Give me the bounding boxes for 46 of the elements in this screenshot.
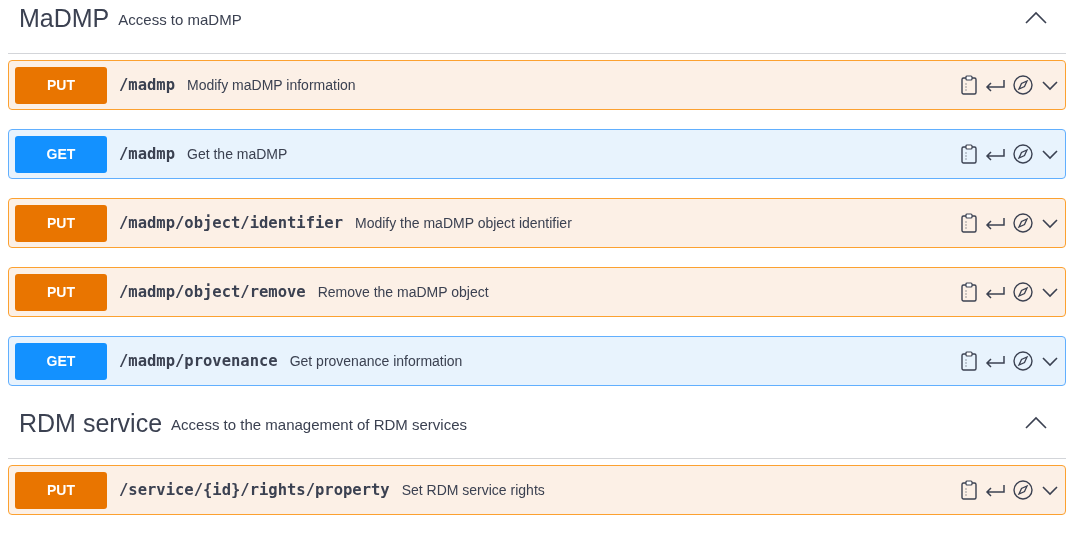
- operation-summary: Get the maDMP: [187, 146, 288, 162]
- endpoint-path: /madmp/provenance: [119, 352, 278, 370]
- compass-icon: [1013, 282, 1033, 302]
- operation-summary: Remove the maDMP object: [317, 284, 489, 300]
- operation-summary: Set RDM service rights: [401, 482, 545, 498]
- clipboard-icon: [961, 75, 977, 95]
- return-arrow-icon: [985, 78, 1005, 92]
- return-arrow-icon: [985, 216, 1005, 230]
- operation-row[interactable]: GET /madmp/provenance Get provenance information: [8, 336, 1066, 386]
- copy-button[interactable]: [961, 144, 977, 164]
- compass-icon: [1013, 480, 1033, 500]
- copy-button[interactable]: [961, 75, 977, 95]
- copy-button[interactable]: [961, 213, 977, 233]
- endpoint-path: /madmp/object/remove: [119, 283, 306, 301]
- operation-row[interactable]: PUT /service/{id}/rights/property Set RDM service rights: [8, 465, 1066, 515]
- compass-icon: [1013, 351, 1033, 371]
- copy-button[interactable]: [961, 282, 977, 302]
- copy-button[interactable]: [961, 480, 977, 500]
- endpoint-path: /service/{id}/rights/property: [119, 481, 390, 499]
- operation-summary: Get provenance information: [289, 353, 463, 369]
- compass-icon: [1013, 144, 1033, 164]
- return-arrow-icon: [985, 285, 1005, 299]
- return-arrow-icon: [985, 354, 1005, 368]
- endpoint-path: /madmp/object/identifier: [119, 214, 343, 232]
- clipboard-icon: [961, 480, 977, 500]
- section-description: Access to maDMP: [118, 11, 242, 28]
- section-title[interactable]: MaDMP: [19, 3, 110, 33]
- operation-row[interactable]: PUT /madmp/object/identifier Modify the maDMP object identifier: [8, 198, 1066, 248]
- return-arrow-icon: [985, 147, 1005, 161]
- compass-icon: [1013, 213, 1033, 233]
- clipboard-icon: [961, 351, 977, 371]
- endpoint-path: /madmp: [119, 76, 175, 94]
- operation-summary: Modify maDMP information: [187, 77, 356, 93]
- return-arrow-icon: [985, 483, 1005, 497]
- clipboard-icon: [961, 144, 977, 164]
- endpoint-path: /madmp: [119, 145, 175, 163]
- operation-row[interactable]: PUT /madmp/object/remove Remove the maDMP object: [8, 267, 1066, 317]
- clipboard-icon: [961, 282, 977, 302]
- operation-row[interactable]: PUT /madmp Modify maDMP information: [8, 60, 1066, 110]
- clipboard-icon: [961, 213, 977, 233]
- copy-button[interactable]: [961, 351, 977, 371]
- operation-summary: Modify the maDMP object identifier: [354, 215, 572, 231]
- compass-icon: [1013, 75, 1033, 95]
- section-title[interactable]: RDM service: [19, 408, 163, 438]
- section-description: Access to the management of RDM services: [171, 416, 468, 433]
- operation-row[interactable]: GET /madmp Get the maDMP: [8, 129, 1066, 179]
